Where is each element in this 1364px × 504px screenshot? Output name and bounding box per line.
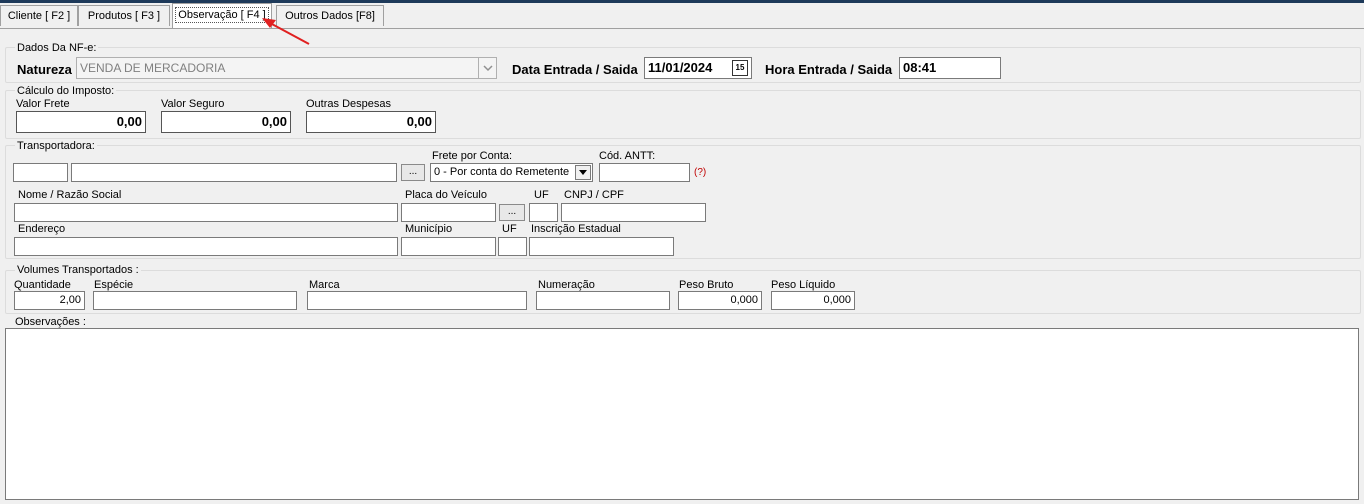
numeracao-label: Numeração xyxy=(538,279,595,291)
tab-observacao-label: Observação [ F4 ] xyxy=(175,7,269,23)
observacoes-textarea[interactable] xyxy=(5,328,1359,500)
calendar-icon[interactable]: 15 xyxy=(732,60,748,76)
numeracao-field[interactable] xyxy=(536,291,670,310)
frete-conta-select[interactable]: 0 - Por conta do Remetente xyxy=(430,163,593,182)
placa-lookup-button[interactable]: ... xyxy=(499,204,525,221)
municipio-field[interactable] xyxy=(401,237,496,256)
transportadora-name-field[interactable] xyxy=(71,163,397,182)
peso-bruto-field[interactable]: 0,000 xyxy=(678,291,762,310)
natureza-select[interactable]: VENDA DE MERCADORIA xyxy=(76,57,497,79)
tab-outros-dados-label: Outros Dados [F8] xyxy=(285,10,375,22)
outras-despesas-label: Outras Despesas xyxy=(306,98,391,110)
observacoes-title: Observações : xyxy=(15,316,86,328)
tab-produtos[interactable]: Produtos [ F3 ] xyxy=(78,5,170,26)
transportadora-title: Transportadora: xyxy=(15,140,97,152)
antt-label: Cód. ANTT: xyxy=(599,150,656,162)
chevron-down-icon[interactable] xyxy=(478,58,496,78)
tab-strip: Cliente [ F2 ] Produtos [ F3 ] Observaçã… xyxy=(0,3,1364,29)
calculo-imposto-title: Cálculo do Imposto: xyxy=(15,85,117,97)
marca-field[interactable] xyxy=(307,291,527,310)
antt-help-link[interactable]: (?) xyxy=(694,167,706,178)
tab-observacao[interactable]: Observação [ F4 ] xyxy=(172,3,272,28)
especie-label: Espécie xyxy=(94,279,134,291)
antt-field[interactable] xyxy=(599,163,690,182)
valor-seguro-field[interactable]: 0,00 xyxy=(161,111,291,133)
dados-nfe-title: Dados Da NF-e: xyxy=(15,42,99,54)
uf2-field[interactable] xyxy=(498,237,527,256)
cnpj-cpf-field[interactable] xyxy=(561,203,706,222)
quantidade-field[interactable]: 2,00 xyxy=(14,291,85,310)
valor-frete-field[interactable]: 0,00 xyxy=(16,111,146,133)
volumes-title: Volumes Transportados : xyxy=(15,264,141,276)
cnpj-cpf-label: CNPJ / CPF xyxy=(564,189,624,201)
marca-label: Marca xyxy=(309,279,340,291)
placa-label: Placa do Veículo xyxy=(405,189,487,201)
data-entrada-field[interactable]: 11/01/2024 15 xyxy=(644,57,752,79)
tab-produtos-label: Produtos [ F3 ] xyxy=(87,10,161,22)
uf2-label: UF xyxy=(502,223,517,235)
frete-conta-label: Frete por Conta: xyxy=(432,150,513,162)
nome-razao-label: Nome / Razão Social xyxy=(18,189,122,201)
frete-conta-chevron-down-icon[interactable] xyxy=(575,165,591,180)
tab-cliente-label: Cliente [ F2 ] xyxy=(7,10,71,22)
endereco-label: Endereço xyxy=(18,223,66,235)
especie-field[interactable] xyxy=(93,291,297,310)
peso-bruto-label: Peso Bruto xyxy=(679,279,734,291)
data-entrada-label: Data Entrada / Saida xyxy=(512,62,638,77)
frete-conta-value: 0 - Por conta do Remetente xyxy=(434,166,570,178)
transportadora-code-field[interactable] xyxy=(13,163,68,182)
nome-razao-field[interactable] xyxy=(14,203,398,222)
hora-entrada-field[interactable]: 08:41 xyxy=(899,57,1001,79)
uf-label: UF xyxy=(534,189,549,201)
transportadora-lookup-button[interactable]: ... xyxy=(401,164,425,181)
endereco-field[interactable] xyxy=(14,237,398,256)
natureza-value: VENDA DE MERCADORIA xyxy=(80,61,226,75)
hora-entrada-label: Hora Entrada / Saida xyxy=(765,62,893,77)
natureza-label: Natureza xyxy=(17,62,72,77)
municipio-label: Município xyxy=(405,223,453,235)
data-entrada-value: 11/01/2024 xyxy=(648,60,713,75)
tab-cliente[interactable]: Cliente [ F2 ] xyxy=(0,5,78,26)
inscricao-estadual-field[interactable] xyxy=(529,237,674,256)
peso-liquido-label: Peso Líquido xyxy=(771,279,836,291)
uf-field[interactable] xyxy=(529,203,558,222)
peso-liquido-field[interactable]: 0,000 xyxy=(771,291,855,310)
valor-seguro-label: Valor Seguro xyxy=(161,98,225,110)
outras-despesas-field[interactable]: 0,00 xyxy=(306,111,436,133)
quantidade-label: Quantidade xyxy=(14,279,71,291)
placa-field[interactable] xyxy=(401,203,496,222)
tab-outros-dados[interactable]: Outros Dados [F8] xyxy=(276,5,384,26)
inscricao-estadual-label: Inscrição Estadual xyxy=(531,223,621,235)
valor-frete-label: Valor Frete xyxy=(16,98,70,110)
